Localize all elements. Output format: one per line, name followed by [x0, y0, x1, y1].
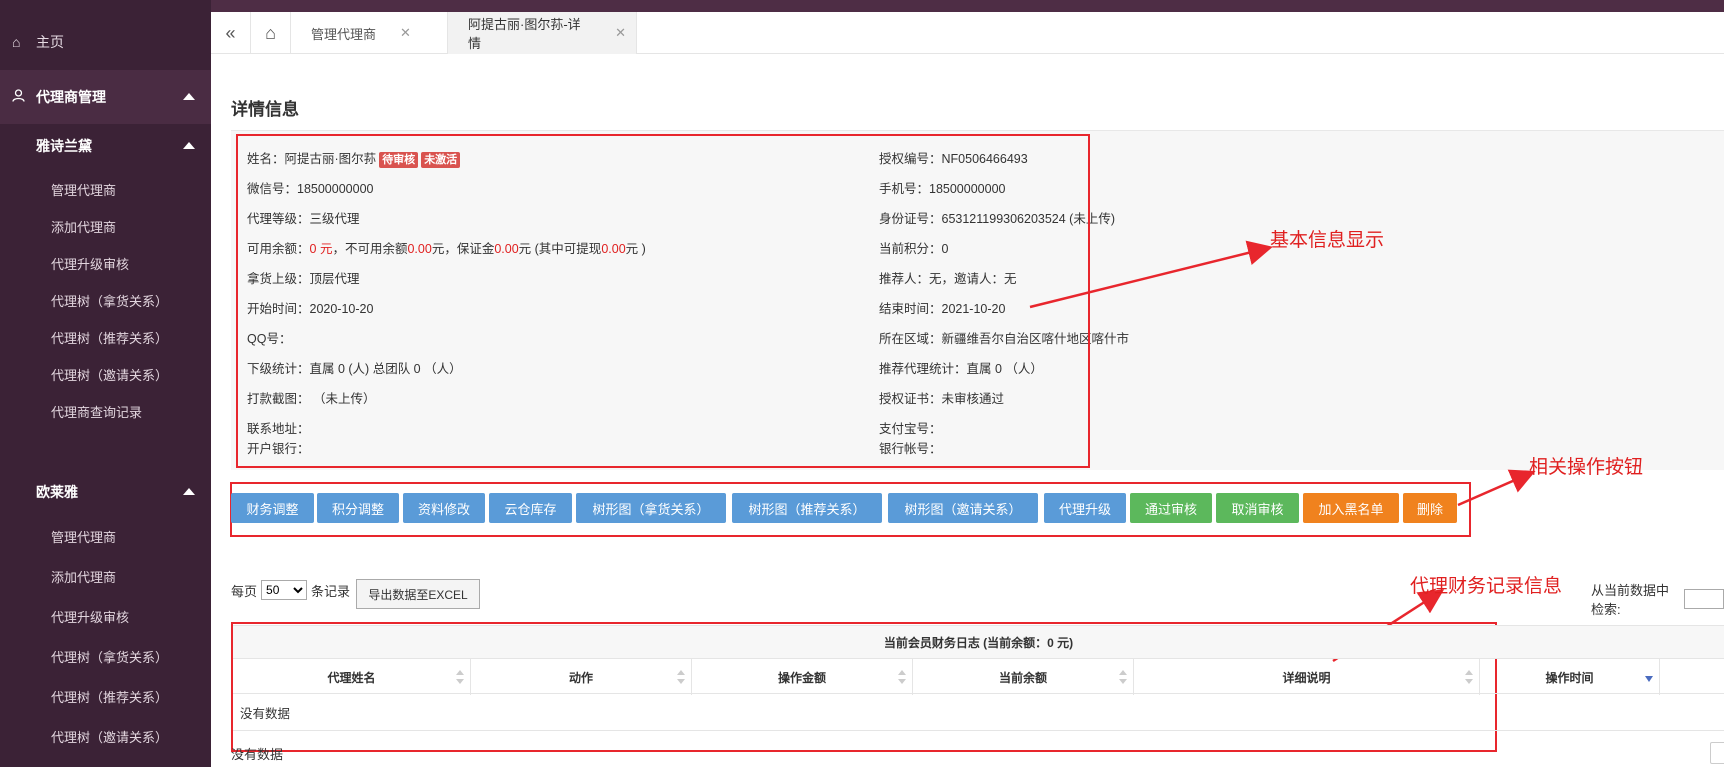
- column-action[interactable]: 动作: [471, 659, 692, 695]
- table-search: 从当前数据中检索:: [1591, 580, 1724, 618]
- table-footer-info: 没有数据: [231, 747, 284, 762]
- tree-purchase-button[interactable]: 树形图（拿货关系）: [576, 493, 726, 523]
- sort-icon: [456, 670, 464, 684]
- annotation-finance-records: 代理财务记录信息: [1410, 576, 1563, 597]
- per-page-suffix: 条记录: [311, 583, 351, 599]
- tree-referral-button[interactable]: 树形图（推荐关系）: [732, 493, 882, 523]
- per-page-label: 每页: [231, 583, 258, 599]
- column-details[interactable]: 详细说明: [1134, 659, 1480, 695]
- cloud-stock-button[interactable]: 云仓库存: [489, 493, 572, 523]
- sort-icon: [898, 670, 906, 684]
- table-caption: 当前会员财务日志 (当前余额：0 元): [233, 625, 1724, 658]
- arrow-action-buttons: [1457, 469, 1536, 507]
- finance-adjust-button[interactable]: 财务调整: [231, 493, 314, 523]
- per-page-select[interactable]: 50: [261, 580, 308, 600]
- upgrade-agent-button[interactable]: 代理升级: [1044, 493, 1126, 523]
- arrow-basic-info: [1029, 240, 1273, 309]
- delete-button[interactable]: 删除: [1403, 493, 1457, 523]
- approve-button[interactable]: 通过审核: [1130, 493, 1212, 523]
- per-page-control: 每页 50 条记录: [231, 580, 350, 600]
- edit-profile-button[interactable]: 资料修改: [403, 493, 485, 523]
- blacklist-button[interactable]: 加入黑名单: [1303, 493, 1399, 523]
- export-excel-button[interactable]: 导出数据至EXCEL: [356, 579, 480, 609]
- search-input[interactable]: [1684, 589, 1724, 609]
- column-amount[interactable]: 操作金额: [692, 659, 913, 695]
- points-adjust-button[interactable]: 积分调整: [317, 493, 399, 523]
- cancel-approval-button[interactable]: 取消审核: [1216, 493, 1299, 523]
- sort-icon: [677, 670, 685, 684]
- pagination-button[interactable]: [1710, 742, 1724, 764]
- tree-invite-button[interactable]: 树形图（邀请关系）: [888, 493, 1038, 523]
- table-header: 代理姓名 动作 操作金额 当前余额 详细说明 操作时间: [233, 658, 1724, 695]
- table-empty-row: 没有数据: [233, 694, 1724, 731]
- sort-icon: [1119, 670, 1127, 684]
- column-current-balance[interactable]: 当前余额: [913, 659, 1134, 695]
- column-agent-name[interactable]: 代理姓名: [233, 659, 471, 695]
- sort-desc-icon: [1645, 676, 1653, 682]
- search-label: 从当前数据中检索:: [1591, 583, 1670, 617]
- annotation-basic-info: 基本信息显示: [1270, 230, 1385, 251]
- annotation-action-buttons: 相关操作按钮: [1529, 457, 1644, 478]
- sort-icon: [1465, 670, 1473, 684]
- column-operation-time[interactable]: 操作时间: [1480, 659, 1660, 695]
